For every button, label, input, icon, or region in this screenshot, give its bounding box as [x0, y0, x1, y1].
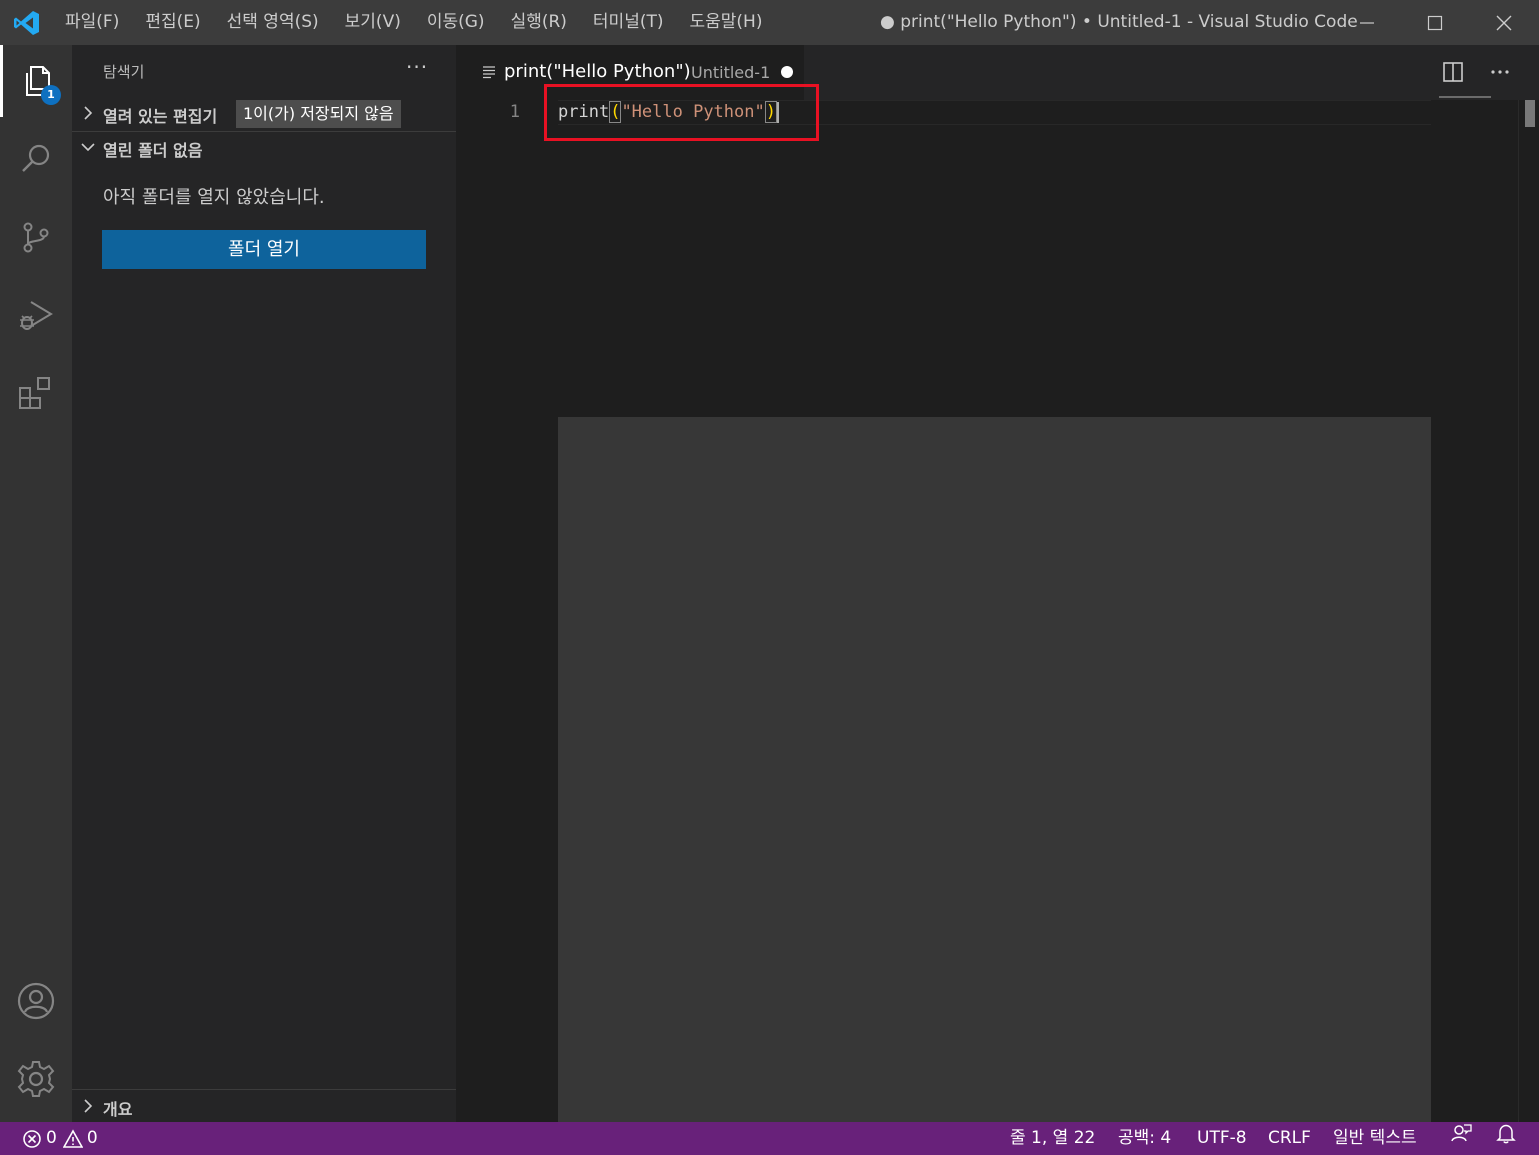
title-bar: 파일(F) 편집(E) 선택 영역(S) 보기(V) 이동(G) 실행(R) 터…	[0, 0, 1539, 45]
chevron-down-icon	[81, 143, 95, 152]
maximize-icon	[1427, 15, 1443, 30]
line-number: 1	[509, 102, 520, 122]
outline-label: 개요	[103, 1100, 133, 1119]
run-debug-activity[interactable]	[0, 279, 72, 351]
encoding-status[interactable]: UTF-8	[1197, 1122, 1247, 1155]
menu-selection[interactable]: 선택 영역(S)	[214, 0, 332, 45]
menu-run[interactable]: 실행(R)	[498, 0, 580, 45]
problems-status[interactable]: 0 0	[22, 1122, 98, 1155]
menu-file[interactable]: 파일(F)	[52, 0, 132, 45]
language-mode-status[interactable]: 일반 텍스트	[1333, 1122, 1417, 1155]
text-file-icon	[483, 66, 495, 79]
editor-more-actions-button[interactable]	[1485, 57, 1515, 87]
minimize-icon	[1360, 21, 1374, 24]
accounts-activity[interactable]	[0, 965, 72, 1037]
bell-icon	[1496, 1124, 1516, 1144]
close-icon	[1496, 15, 1512, 30]
no-folder-message: 아직 폴더를 열지 않았습니다.	[103, 187, 325, 208]
vertical-scrollbar[interactable]	[1518, 100, 1539, 1122]
menu-help[interactable]: 도움말(H)	[677, 0, 776, 45]
chevron-right-icon	[84, 1099, 93, 1113]
feedback-icon	[1451, 1124, 1472, 1142]
sidebar-title: 탐색기	[103, 63, 145, 81]
outline-section[interactable]: 개요	[72, 1089, 456, 1123]
eol-status[interactable]: CRLF	[1268, 1122, 1311, 1155]
open-folder-button[interactable]: 폴더 열기	[102, 230, 426, 269]
gray-overlay-panel	[558, 417, 1431, 1122]
menu-bar: 파일(F) 편집(E) 선택 영역(S) 보기(V) 이동(G) 실행(R) 터…	[52, 0, 775, 45]
chevron-right-icon	[84, 106, 93, 120]
extensions-icon	[19, 377, 50, 409]
window-title: ● print("Hello Python") • Untitled-1 - V…	[880, 12, 1358, 32]
notifications-button[interactable]	[1495, 1122, 1517, 1144]
cursor-position-status[interactable]: 줄 1, 열 22	[1010, 1122, 1095, 1155]
search-icon	[22, 144, 50, 172]
extensions-activity[interactable]	[0, 357, 72, 429]
source-control-activity[interactable]	[0, 201, 72, 273]
close-window-button[interactable]	[1470, 0, 1538, 45]
maximize-button[interactable]	[1401, 0, 1469, 45]
code-editor[interactable]: 1 print("Hello Python")	[456, 84, 1539, 1122]
error-icon	[23, 1129, 41, 1148]
manage-activity[interactable]	[0, 1043, 72, 1115]
search-activity[interactable]	[0, 123, 72, 195]
vscode-logo-icon	[14, 11, 39, 35]
tab-description: Untitled-1	[691, 63, 771, 82]
split-editor-button[interactable]	[1438, 57, 1468, 87]
menu-edit[interactable]: 편집(E)	[132, 0, 213, 45]
open-editors-section[interactable]: 열려 있는 편집기 1이(가) 저장되지 않음	[72, 97, 456, 131]
minimize-button[interactable]	[1333, 0, 1401, 45]
account-icon	[17, 982, 55, 1020]
menu-go[interactable]: 이동(G)	[414, 0, 498, 45]
status-bar: 0 0 줄 1, 열 22 공백: 4 UTF-8 CRLF 일반 텍스트	[0, 1122, 1539, 1155]
explorer-badge: 1	[41, 85, 61, 105]
indentation-status[interactable]: 공백: 4	[1118, 1122, 1171, 1155]
activity-bar: 1	[0, 45, 72, 1122]
unsaved-badge: 1이(가) 저장되지 않음	[236, 100, 401, 128]
no-folder-label: 열린 폴더 없음	[103, 141, 203, 160]
explorer-activity[interactable]: 1	[0, 45, 72, 117]
tab-title: print("Hello Python")	[504, 61, 691, 82]
unsaved-dot-icon[interactable]	[781, 66, 793, 78]
minimap[interactable]	[1439, 96, 1491, 98]
error-count: 0	[46, 1128, 57, 1148]
menu-terminal[interactable]: 터미널(T)	[580, 0, 677, 45]
warning-icon	[62, 1128, 83, 1148]
source-control-icon	[23, 222, 49, 253]
explorer-sidebar: 탐색기 ··· 열려 있는 편집기 1이(가) 저장되지 않음 열린 폴더 없음…	[72, 45, 456, 1122]
sidebar-more-actions-button[interactable]: ···	[406, 55, 428, 79]
open-editors-label: 열려 있는 편집기	[103, 107, 218, 126]
no-folder-section[interactable]: 열린 폴더 없음	[72, 131, 456, 165]
run-debug-icon	[20, 301, 53, 330]
feedback-button[interactable]	[1450, 1122, 1472, 1144]
scrollbar-thumb[interactable]	[1525, 100, 1535, 127]
more-icon	[1491, 70, 1509, 74]
menu-view[interactable]: 보기(V)	[332, 0, 414, 45]
highlight-annotation-box	[544, 84, 819, 141]
outline-header: 개요	[72, 1090, 456, 1124]
gear-icon	[17, 1061, 55, 1097]
split-editor-icon	[1443, 62, 1463, 82]
warning-count: 0	[86, 1128, 98, 1148]
